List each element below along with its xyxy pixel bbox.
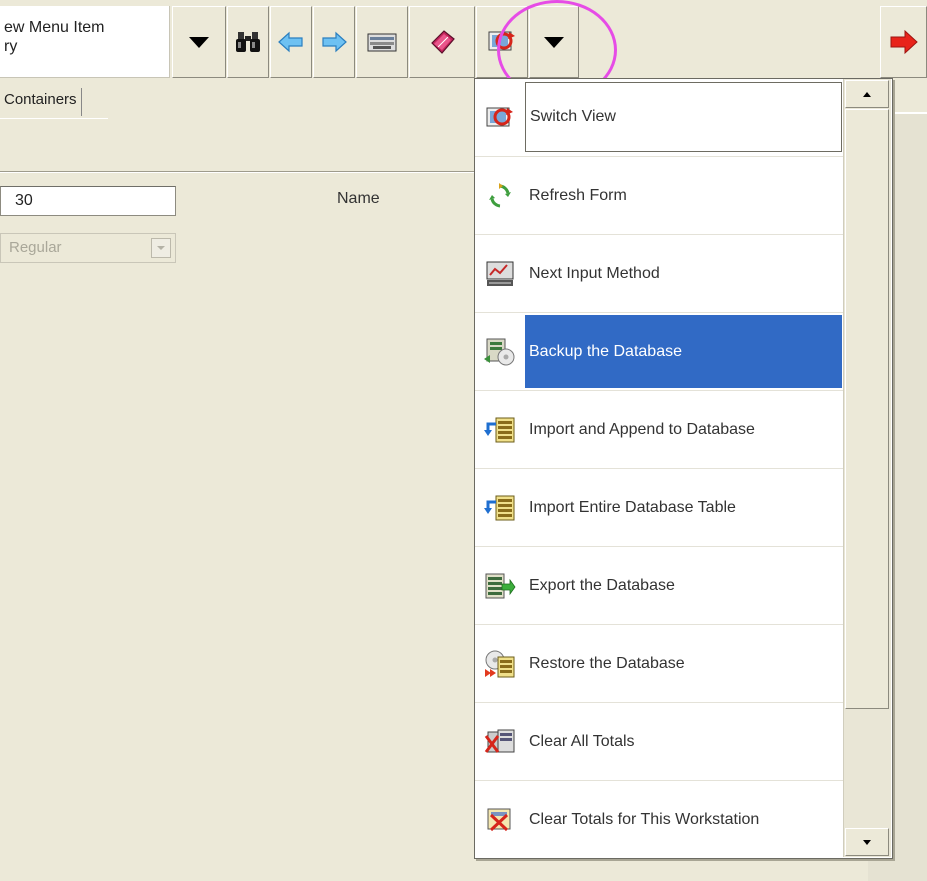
menu-item-next-input-method[interactable]: Next Input Method (475, 235, 844, 313)
book-icon (431, 30, 455, 54)
next-button[interactable] (313, 6, 355, 78)
record-dropdown-button[interactable] (172, 6, 226, 78)
menu-item-label: Next Input Method (529, 264, 660, 282)
dropdown-menu: Switch View Refresh Form Next Input Meth… (474, 78, 893, 859)
menu-item-clear-workstation-totals[interactable]: Clear Totals for This Workstation (475, 781, 844, 859)
name-label: Name (337, 190, 380, 207)
arrow-up-icon (863, 91, 871, 97)
scroll-up-button[interactable] (845, 80, 889, 108)
menu-item-label: Import Entire Database Table (529, 498, 736, 516)
menu-item-import-table[interactable]: Import Entire Database Table (475, 469, 844, 547)
arrow-left-icon (278, 31, 303, 53)
section-separator (0, 171, 500, 173)
menu-item-export-database[interactable]: Export the Database (475, 547, 844, 625)
scroll-down-button[interactable] (845, 828, 889, 856)
number-field[interactable]: 30 (0, 186, 176, 216)
menu-item-backup-database[interactable]: Backup the Database (475, 313, 844, 391)
exit-button[interactable] (880, 6, 927, 78)
menu-item-label: Clear Totals for This Workstation (529, 811, 760, 828)
menu-item-label: Restore the Database (529, 654, 685, 672)
menu-item-label: Refresh Form (529, 186, 627, 204)
import-table-icon (484, 495, 515, 520)
backup-database-icon (484, 338, 515, 365)
find-button[interactable] (227, 6, 269, 78)
clear-all-totals-icon (484, 729, 515, 753)
restore-database-icon (485, 650, 515, 677)
menu-scrollbar[interactable] (843, 79, 891, 857)
switch-view-icon (486, 107, 513, 126)
menu-item-restore-database[interactable]: Restore the Database (475, 625, 844, 703)
menu-item-label: Clear All Totals (529, 732, 635, 750)
exit-arrow-icon (890, 29, 918, 55)
keyboard-icon (367, 33, 397, 52)
arrow-down-icon (863, 839, 871, 845)
record-name-line2: ry (4, 38, 18, 55)
tab-divider (0, 118, 108, 119)
menu-item-label: Import and Append to Database (529, 420, 755, 438)
refresh-icon (489, 182, 511, 207)
tab-containers[interactable]: Containers (0, 88, 82, 116)
chevron-down-icon (189, 36, 209, 48)
previous-button[interactable] (270, 6, 312, 78)
menu-item-import-append[interactable]: Import and Append to Database (475, 391, 844, 469)
arrow-right-icon (322, 31, 347, 53)
menu-item-label: Backup the Database (525, 315, 842, 388)
menu-item-switch-view[interactable]: Switch View (475, 79, 844, 157)
keyboard-button[interactable] (356, 6, 408, 78)
scroll-thumb[interactable] (845, 109, 889, 709)
menu-item-refresh-form[interactable]: Refresh Form (475, 157, 844, 235)
help-button[interactable] (409, 6, 475, 78)
record-name-box: ew Menu Item ry (0, 6, 170, 78)
style-select-value: Regular (9, 239, 62, 256)
binoculars-icon (236, 32, 260, 52)
menu-item-label: Switch View (525, 82, 842, 152)
menu-item-label: Export the Database (529, 576, 675, 594)
export-database-icon (485, 573, 516, 598)
style-select-button[interactable] (151, 238, 171, 258)
import-append-icon (484, 417, 515, 442)
record-name-line1: ew Menu Item (4, 19, 105, 36)
menu-item-clear-all-totals[interactable]: Clear All Totals (475, 703, 844, 781)
chevron-down-icon (157, 246, 165, 250)
input-method-icon (486, 261, 514, 286)
clear-workstation-totals-icon (487, 808, 511, 832)
style-select[interactable]: Regular (0, 233, 176, 263)
